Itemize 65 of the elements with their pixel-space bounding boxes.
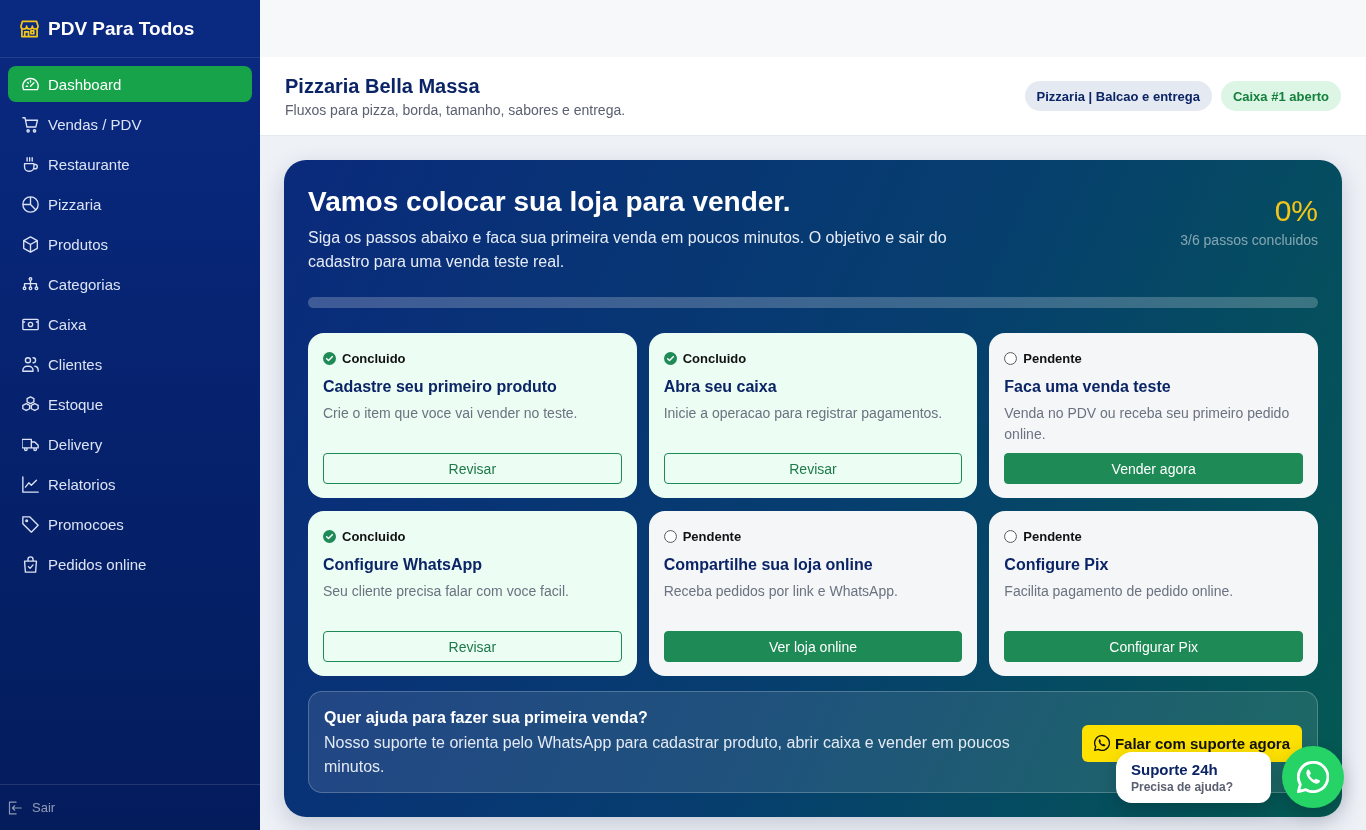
pie-chart-icon — [22, 195, 39, 213]
nav-item[interactable]: Produtos — [8, 226, 252, 262]
chat-phone-icon — [1297, 761, 1329, 793]
step-title: Abra seu caixa — [663, 377, 778, 397]
page-subtitle: Fluxos para pizza, borda, tamanho, sabores e entrega. — [285, 100, 626, 120]
step-button[interactable]: Revisar — [323, 453, 622, 484]
help-title: Quer ajuda para fazer sua primeira venda? — [324, 708, 649, 728]
step-description: Seu cliente precisa falar com voce facil. — [323, 582, 570, 601]
store-icon — [20, 19, 39, 38]
gauge-icon — [22, 75, 39, 93]
help-text: Nosso suporte te orienta pelo WhatsApp para cadastrar produto, abrir caixa e vender em poucos minutos. — [324, 733, 1011, 777]
support-title: Suporte 24h — [1131, 760, 1219, 779]
step-title: Configure Pix — [1004, 555, 1110, 575]
step-status: Concluido — [682, 350, 747, 366]
step-title: Faca uma venda teste — [1004, 377, 1172, 397]
nav-item[interactable]: Relatorios — [8, 466, 252, 502]
step-description: Crie o item que voce vai vender no teste. — [323, 404, 579, 423]
hero-description: Siga os passos abaixo e faca sua primeira venda em poucos minutos. O objetivo e sair do cadastro para uma venda teste real. — [308, 228, 948, 272]
step-title: Compartilhe sua loja online — [663, 555, 874, 575]
nav-item[interactable]: Delivery — [8, 426, 252, 462]
category-badge: Pizzaria | Balcao e entrega — [1024, 81, 1212, 111]
step-status: Pendente — [1023, 528, 1082, 544]
boxes-icon — [22, 395, 39, 413]
status-badge: Caixa #1 aberto — [1220, 81, 1341, 111]
logout-button[interactable]: Sair — [8, 800, 56, 815]
step-status: Pendente — [1023, 350, 1082, 366]
bag-icon — [22, 555, 39, 573]
progress-percent: 0% — [1273, 194, 1318, 228]
step-title: Cadastre seu primeiro produto — [323, 377, 558, 397]
hero-title: Vamos colocar sua loja para vender. — [308, 185, 792, 219]
support-subtitle: Precisa de ajuda? — [1131, 778, 1235, 795]
page-title: Pizzaria Bella Massa — [285, 73, 481, 99]
step-button[interactable]: Revisar — [663, 453, 963, 484]
logout-icon — [8, 800, 22, 815]
step-status: Concluido — [342, 528, 406, 544]
nav-item[interactable]: Restaurante — [8, 146, 252, 182]
step-button[interactable]: Vender agora — [1004, 453, 1303, 484]
step-status: Pendente — [682, 528, 742, 544]
nav-item[interactable]: Vendas / PDV — [8, 106, 252, 142]
cup-icon — [22, 155, 39, 173]
nav-item[interactable]: Estoque — [8, 386, 252, 422]
box-icon — [22, 235, 39, 253]
nav-item[interactable]: Caixa — [8, 306, 252, 342]
step-button[interactable]: Configurar Pix — [1004, 631, 1303, 662]
step-description: Venda no PDV ou receba seu primeiro pedido online. — [1004, 404, 1291, 444]
step-button[interactable]: Ver loja online — [663, 631, 963, 662]
brand-name: PDV Para Todos — [48, 17, 195, 40]
step-title: Configure WhatsApp — [323, 555, 484, 575]
line-chart-icon — [22, 475, 39, 493]
nav-item[interactable]: Pizzaria — [8, 186, 252, 222]
step-description: Facilita pagamento de pedido online. — [1004, 582, 1235, 601]
steps-count: 3/6 passos concluidos — [1180, 232, 1318, 248]
tag-icon — [22, 515, 39, 533]
users-icon — [22, 355, 39, 373]
cart-icon — [22, 115, 39, 133]
chat-phone-icon — [1093, 735, 1110, 751]
nav-item[interactable]: Promocoes — [8, 506, 252, 542]
nav-item[interactable]: Pedidos online — [8, 546, 252, 582]
step-description: Inicie a operacao para registrar pagamentos. — [663, 404, 944, 423]
step-status: Concluido — [342, 350, 406, 366]
step-button[interactable]: Revisar — [323, 631, 622, 662]
hierarchy-icon — [22, 275, 39, 293]
nav-item[interactable]: Categorias — [8, 266, 252, 302]
nav-item[interactable]: Clientes — [8, 346, 252, 382]
step-description: Receba pedidos por link e WhatsApp. — [663, 582, 899, 601]
